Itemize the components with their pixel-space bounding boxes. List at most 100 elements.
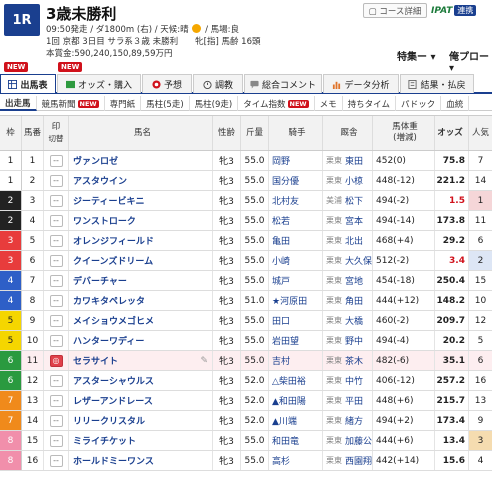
trainer-link[interactable]: 茶木 — [345, 354, 363, 367]
table-row[interactable]: 3 5 -- オレンジフィールド 牝3 55.0 亀田 栗東 北出 468(+4) 29.2 6 — [0, 231, 492, 251]
trainer-link[interactable]: 東田 — [345, 154, 363, 167]
mark-select-button[interactable]: -- — [49, 454, 63, 467]
horse-name-link[interactable]: ワンストローク — [73, 214, 136, 227]
mark-select-button[interactable]: -- — [49, 394, 63, 407]
jockey-link[interactable]: △柴田裕 — [272, 374, 306, 387]
jockey-link[interactable]: ▲川端 — [272, 414, 297, 427]
subtab-time-index[interactable]: タイム指数 NEW — [238, 96, 315, 111]
trainer-link[interactable]: 宮地 — [345, 274, 363, 287]
trainer-link[interactable]: 西園翔 — [345, 454, 372, 467]
trainer-link[interactable]: 平田 — [345, 394, 363, 407]
jockey-link[interactable]: 城戸 — [272, 274, 290, 287]
horse-name-link[interactable]: ホールドミーワンス — [73, 454, 154, 467]
col-stable[interactable]: 厩舎 — [323, 116, 373, 150]
horse-name-link[interactable]: クイーンズドリーム — [73, 254, 153, 267]
horse-name-link[interactable]: ハンターワディー — [73, 334, 144, 347]
tab-comment[interactable]: 総合コメント — [244, 74, 322, 93]
subtab-past9[interactable]: 馬柱(9走) — [190, 96, 239, 111]
horse-name-link[interactable]: リリークリスタル — [73, 414, 145, 427]
trainer-link[interactable]: 緒方 — [345, 414, 363, 427]
my-pro-link[interactable]: 俺プロー ▾ — [449, 48, 492, 74]
trainer-link[interactable]: 角田 — [345, 294, 363, 307]
jockey-link[interactable]: 小崎 — [272, 254, 290, 267]
tab-odds-purchase[interactable]: オッズ・購入 — [57, 74, 141, 93]
horse-name-link[interactable]: カワキタペレッタ — [73, 294, 145, 307]
col-jockey[interactable]: 騎手 — [269, 116, 323, 150]
subtab-past5[interactable]: 馬柱(5走) — [141, 96, 190, 111]
horse-name-link[interactable]: ヴァンロゼ — [73, 154, 118, 167]
mark-select-button[interactable]: -- — [49, 234, 63, 247]
table-row[interactable]: 1 1 -- ヴァンロゼ 牝3 55.0 岡野 栗東 東田 452(0) 75.8 7 — [0, 151, 492, 171]
mark-select-button[interactable]: -- — [49, 154, 63, 167]
table-row[interactable]: 8 16 -- ホールドミーワンス 牝3 55.0 高杉 栗東 西園翔 442(+14) 15.6 4 — [0, 451, 492, 471]
mark-selected-icon[interactable]: ◎ — [49, 354, 63, 367]
jockey-link[interactable]: 岩田望 — [272, 334, 299, 347]
table-row[interactable]: 5 9 -- メイショウメゴヒメ 牝3 55.0 田口 栗東 大橋 460(-2) 209.7 12 — [0, 311, 492, 331]
jockey-link[interactable]: 亀田 — [272, 234, 290, 247]
jockey-link[interactable]: 田口 — [272, 314, 290, 327]
tab-prediction[interactable]: 予想 — [142, 74, 192, 93]
jockey-link[interactable]: 松若 — [272, 214, 290, 227]
col-sex-age[interactable]: 性齢 — [213, 116, 241, 150]
trainer-link[interactable]: 北出 — [345, 234, 363, 247]
jockey-link[interactable]: 国分優 — [272, 174, 299, 187]
special-feature-link[interactable]: 特集ー ▾ — [397, 48, 436, 63]
table-row[interactable]: 4 7 -- デバーチャー 牝3 55.0 城戸 栗東 宮地 454(-18) 250.4 15 — [0, 271, 492, 291]
table-row[interactable]: 2 4 -- ワンストローク 牝3 55.0 松若 栗東 宮本 494(-14) 173.8 11 — [0, 211, 492, 231]
horse-name-link[interactable]: アスタウイン — [73, 174, 127, 187]
subtab-pedigree[interactable]: 血統 — [441, 96, 470, 111]
horse-name-link[interactable]: セラサイト — [73, 354, 118, 367]
tab-race-card[interactable]: 出馬表 — [0, 74, 56, 93]
mark-select-button[interactable]: -- — [49, 374, 63, 387]
col-horse-name[interactable]: 馬名 — [69, 116, 213, 150]
jockey-link[interactable]: 北村友 — [272, 194, 299, 207]
horse-name-link[interactable]: レザーアンドレース — [73, 394, 153, 407]
course-detail-button[interactable]: ▢ コース詳細 — [363, 3, 427, 18]
trainer-link[interactable]: 中竹 — [345, 374, 363, 387]
subtab-entries[interactable]: 出走馬 — [0, 96, 37, 111]
subtab-memo[interactable]: メモ — [315, 96, 343, 111]
trainer-link[interactable]: 宮本 — [345, 214, 363, 227]
table-row[interactable]: 3 6 -- クイーンズドリーム 牝3 55.0 小崎 栗東 大久保 512(-2) 3.4 2 — [0, 251, 492, 271]
subtab-newspaper[interactable]: 競馬新聞 NEW — [37, 96, 105, 111]
horse-name-link[interactable]: アスターシャウルス — [73, 374, 154, 387]
jockey-link[interactable]: 岡野 — [272, 154, 290, 167]
horse-name-link[interactable]: ミライチケット — [73, 434, 136, 447]
col-waku[interactable]: 枠 — [0, 116, 22, 150]
col-odds[interactable]: オッズ — [435, 116, 469, 150]
mark-select-button[interactable]: -- — [49, 254, 63, 267]
table-row[interactable]: 5 10 -- ハンターワディー 牝3 55.0 岩田望 栗東 野中 494(-4) 20.2 5 — [0, 331, 492, 351]
mark-select-button[interactable]: -- — [49, 414, 63, 427]
table-row[interactable]: 6 11 ◎ セラサイト ✎ 牝3 55.0 吉村 栗東 茶木 482(-6) 35.1 6 — [0, 351, 492, 371]
table-row[interactable]: 2 3 -- ジーティービキニ 牝3 55.0 北村友 美浦 松下 494(-2) 1.5 1 — [0, 191, 492, 211]
trainer-link[interactable]: 野中 — [345, 334, 363, 347]
trainer-link[interactable]: 加藤公 — [345, 434, 372, 447]
table-row[interactable]: 7 14 -- リリークリスタル 牝3 52.0 ▲川端 栗東 緒方 494(+2) 173.4 9 — [0, 411, 492, 431]
mark-select-button[interactable]: -- — [49, 294, 63, 307]
table-row[interactable]: 7 13 -- レザーアンドレース 牝3 52.0 ▲和田陽 栗東 平田 448(+6) 215.7… — [0, 391, 492, 411]
col-weight[interactable]: 斤量 — [241, 116, 269, 150]
jockey-link[interactable]: 和田竜 — [272, 434, 299, 447]
jockey-link[interactable]: 吉村 — [272, 354, 290, 367]
jockey-link[interactable]: ★河原田 — [272, 294, 307, 307]
horse-name-link[interactable]: ジーティービキニ — [73, 194, 144, 207]
trainer-link[interactable]: 松下 — [345, 194, 363, 207]
subtab-paddock[interactable]: パドック — [396, 96, 442, 111]
horse-name-link[interactable]: デバーチャー — [73, 274, 127, 287]
mark-select-button[interactable]: -- — [49, 314, 63, 327]
horse-name-link[interactable]: メイショウメゴヒメ — [73, 314, 154, 327]
mark-select-button[interactable]: -- — [49, 274, 63, 287]
mark-select-button[interactable]: -- — [49, 174, 63, 187]
trainer-link[interactable]: 大橋 — [345, 314, 363, 327]
subtab-specialist[interactable]: 専門紙 — [105, 96, 142, 111]
trainer-link[interactable]: 大久保 — [345, 254, 372, 267]
table-row[interactable]: 8 15 -- ミライチケット 牝3 55.0 和田竜 栗東 加藤公 444(+6) 13.4 3 — [0, 431, 492, 451]
col-popularity[interactable]: 人気 — [469, 116, 492, 150]
subtab-best-time[interactable]: 持ちタイム — [343, 96, 396, 111]
mark-select-button[interactable]: -- — [49, 194, 63, 207]
mark-select-button[interactable]: -- — [49, 434, 63, 447]
mark-select-button[interactable]: -- — [49, 214, 63, 227]
jockey-link[interactable]: 高杉 — [272, 454, 290, 467]
horse-name-link[interactable]: オレンジフィールド — [73, 234, 154, 247]
col-body-weight[interactable]: 馬体重 (増減) — [373, 116, 435, 150]
